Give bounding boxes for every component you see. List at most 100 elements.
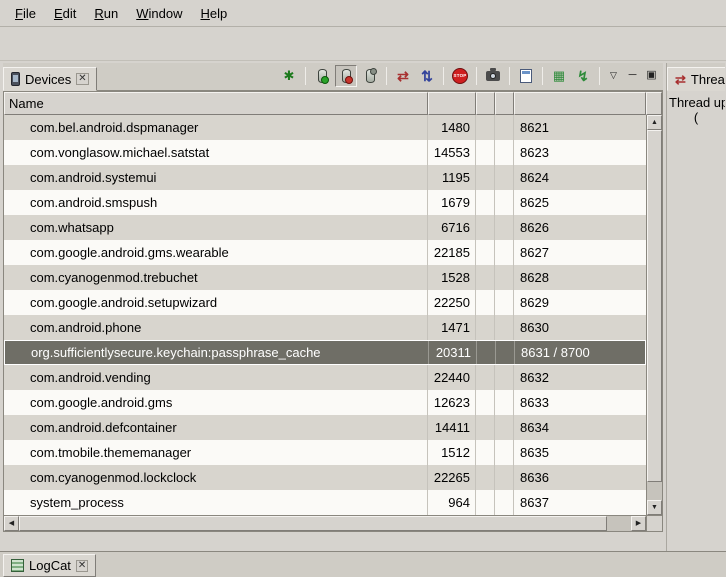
empty-cell: [476, 490, 495, 515]
tab-logcat-label: LogCat: [29, 558, 71, 573]
empty-cell: [495, 265, 514, 290]
empty-cell: [476, 440, 495, 465]
column-header-empty[interactable]: [476, 92, 495, 115]
tab-threads[interactable]: ⇄ Threads: [667, 67, 725, 91]
process-pid: 22440: [428, 365, 476, 390]
process-name: com.android.phone: [4, 315, 428, 340]
minimize-view-icon[interactable]: ─: [624, 65, 641, 87]
table-row[interactable]: org.sufficientlysecure.keychain:passphra…: [4, 340, 646, 365]
horizontal-scroll-track[interactable]: [19, 516, 631, 531]
tab-devices-label: Devices: [25, 72, 71, 87]
process-name: com.google.android.gms.wearable: [4, 240, 428, 265]
process-name: com.android.smspush: [4, 190, 428, 215]
logcat-icon: [11, 559, 24, 572]
table-row[interactable]: com.google.android.gms.wearable221858627: [4, 240, 646, 265]
close-icon[interactable]: ✕: [76, 560, 88, 572]
tab-logcat[interactable]: LogCat ✕: [3, 554, 96, 577]
process-pid: 14411: [428, 415, 476, 440]
update-heap-icon[interactable]: [311, 65, 333, 87]
process-pid: 22185: [428, 240, 476, 265]
toolbar-separator: [305, 67, 306, 85]
process-name: com.android.vending: [4, 365, 428, 390]
table-row[interactable]: com.bel.android.dspmanager14808621: [4, 115, 646, 140]
threads-message: Thread up (: [667, 91, 725, 551]
tab-threads-label: Threads: [691, 72, 725, 87]
table-row[interactable]: com.tmobile.thememanager15128635: [4, 440, 646, 465]
menu-run[interactable]: Run: [85, 3, 127, 24]
process-port: 8632: [514, 365, 646, 390]
process-pid: 1512: [428, 440, 476, 465]
vertical-scroll-thumb[interactable]: [647, 130, 662, 482]
empty-cell: [477, 341, 496, 364]
tab-devices[interactable]: Devices ✕: [3, 67, 97, 91]
maximize-view-icon[interactable]: ▣: [643, 65, 660, 87]
table-row[interactable]: com.cyanogenmod.lockclock222658636: [4, 465, 646, 490]
column-header-corner: [646, 92, 662, 115]
empty-cell: [495, 490, 514, 515]
threads-tabbar: ⇄ Threads: [667, 63, 725, 91]
scroll-left-button[interactable]: ◀: [4, 516, 19, 531]
process-port: 8629: [514, 290, 646, 315]
process-pid: 1471: [428, 315, 476, 340]
table-row[interactable]: com.android.vending22440 8632: [4, 365, 646, 390]
hierarchy-view-icon[interactable]: [515, 65, 537, 87]
table-row[interactable]: com.vonglasow.michael.satstat145538623: [4, 140, 646, 165]
process-name: com.google.android.setupwizard: [4, 290, 428, 315]
empty-cell: [495, 440, 514, 465]
menu-window[interactable]: Window: [127, 3, 191, 24]
screen-capture-icon[interactable]: [482, 65, 504, 87]
view-menu-icon[interactable]: ▽: [605, 65, 622, 87]
scroll-up-button[interactable]: ▲: [647, 115, 662, 130]
process-port: 8621: [514, 115, 646, 140]
menu-file[interactable]: File: [6, 3, 45, 24]
process-pid: 964: [428, 490, 476, 515]
stop-process-icon[interactable]: STOP: [449, 65, 471, 87]
toolbar-separator: [599, 67, 600, 85]
vertical-scroll-track[interactable]: [647, 130, 662, 500]
opengl-trace-icon[interactable]: ↯: [572, 65, 594, 87]
cause-gc-icon[interactable]: [359, 65, 381, 87]
empty-cell: [495, 165, 514, 190]
empty-cell: [476, 365, 495, 390]
table-row[interactable]: com.whatsapp67168626: [4, 215, 646, 240]
process-name: com.android.systemui: [4, 165, 428, 190]
table-row[interactable]: system_process9648637: [4, 490, 646, 515]
table-row[interactable]: com.cyanogenmod.trebuchet15288628: [4, 265, 646, 290]
vertical-scrollbar[interactable]: ▲ ▼: [646, 115, 662, 515]
scroll-right-button[interactable]: ▶: [631, 516, 646, 531]
scroll-down-button[interactable]: ▼: [647, 500, 662, 515]
threads-icon: ⇄: [675, 73, 686, 86]
threads-message-line1: Thread up: [669, 95, 723, 110]
table-row[interactable]: com.android.phone14718630: [4, 315, 646, 340]
column-header-pid[interactable]: [428, 92, 476, 115]
process-pid: 1679: [428, 190, 476, 215]
systrace-icon[interactable]: ▦: [548, 65, 570, 87]
menu-help[interactable]: Help: [191, 3, 236, 24]
process-port: 8628: [514, 265, 646, 290]
toolbar-separator: [542, 67, 543, 85]
method-profiling-icon[interactable]: ⇅: [416, 65, 438, 87]
table-row[interactable]: com.google.android.gms126238633: [4, 390, 646, 415]
process-pid: 20311: [429, 341, 477, 364]
dump-hprof-icon[interactable]: [335, 65, 357, 87]
process-port: 8635: [514, 440, 646, 465]
process-pid: 22250: [428, 290, 476, 315]
table-row[interactable]: com.google.android.setupwizard22250 8629: [4, 290, 646, 315]
column-header-port[interactable]: [514, 92, 646, 115]
debug-process-icon[interactable]: ✱: [278, 65, 300, 87]
empty-cell: [476, 140, 495, 165]
table-row[interactable]: com.android.systemui11958624: [4, 165, 646, 190]
table-row[interactable]: com.android.defcontainer144118634: [4, 415, 646, 440]
empty-cell: [495, 240, 514, 265]
process-pid: 14553: [428, 140, 476, 165]
column-header-name[interactable]: Name: [4, 92, 428, 115]
column-header-empty[interactable]: [495, 92, 514, 115]
menu-edit[interactable]: Edit: [45, 3, 85, 24]
horizontal-scroll-thumb[interactable]: [19, 516, 607, 531]
horizontal-scrollbar-row: ◀ ▶: [4, 515, 662, 531]
table-row[interactable]: com.android.smspush16798625: [4, 190, 646, 215]
close-icon[interactable]: ✕: [76, 73, 88, 85]
update-threads-icon[interactable]: ⇄: [392, 65, 414, 87]
horizontal-scrollbar[interactable]: ◀ ▶: [4, 516, 646, 531]
process-pid: 1195: [428, 165, 476, 190]
